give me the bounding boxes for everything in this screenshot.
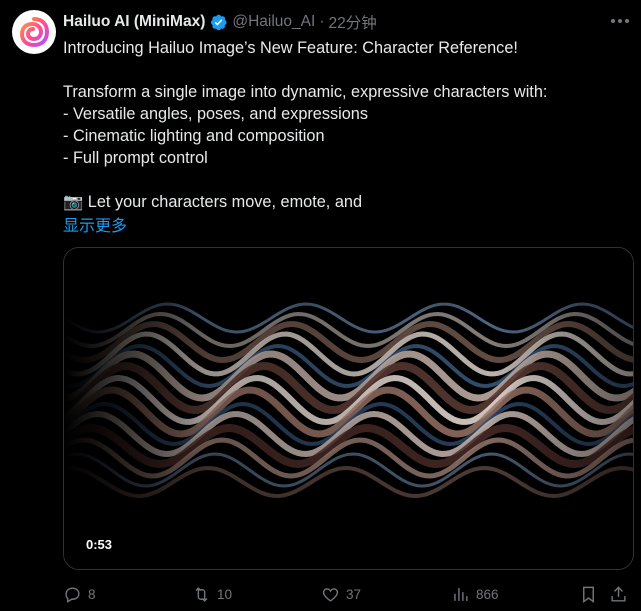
tweet-line: Transform a single image into dynamic, e… xyxy=(63,83,548,101)
reply-icon xyxy=(65,586,80,603)
like-button[interactable]: 37 xyxy=(321,582,361,606)
views-icon xyxy=(454,587,468,601)
action-bar: 8 10 37 866 xyxy=(0,582,641,606)
video-frame xyxy=(64,248,633,569)
tweet-timestamp[interactable]: 22分钟 xyxy=(329,11,377,33)
tweet-line: - Versatile angles, poses, and expressio… xyxy=(63,105,368,123)
tweet-line: - Cinematic lighting and composition xyxy=(63,127,325,145)
tweet-header: Hailuo AI (MiniMax) @Hailuo_AI · 22分钟 xyxy=(63,10,621,34)
author-handle[interactable]: @Hailuo_AI xyxy=(232,13,315,31)
share-button[interactable] xyxy=(609,582,634,606)
repost-button[interactable]: 10 xyxy=(192,582,232,606)
tweet-text: Introducing Hailuo Image’s New Feature: … xyxy=(63,37,623,213)
reply-button[interactable]: 8 xyxy=(63,582,96,606)
share-icon xyxy=(611,585,626,602)
tweet-line xyxy=(63,59,623,81)
tweet-line: 📷 Let your characters move, emote, and xyxy=(63,193,363,211)
bookmark-icon xyxy=(583,586,594,603)
repost-icon xyxy=(195,586,208,602)
author-name[interactable]: Hailuo AI (MiniMax) xyxy=(63,13,205,31)
like-count: 37 xyxy=(346,586,362,602)
avatar[interactable] xyxy=(12,10,56,54)
tweet-line xyxy=(63,169,623,191)
separator-dot: · xyxy=(319,13,325,30)
bookmark-button[interactable] xyxy=(579,582,604,606)
hailuo-logo xyxy=(19,17,50,48)
tweet-line: - Full prompt control xyxy=(63,149,208,167)
more-icon[interactable] xyxy=(609,13,631,29)
views-count: 866 xyxy=(476,586,499,602)
video-duration: 0:53 xyxy=(78,534,121,554)
verified-badge-icon[interactable] xyxy=(209,13,228,32)
show-more-link[interactable]: 显示更多 xyxy=(63,212,127,236)
views-button[interactable]: 866 xyxy=(451,582,499,606)
tweet-line: Introducing Hailuo Image’s New Feature: … xyxy=(63,39,518,57)
video-player[interactable] xyxy=(63,247,634,570)
repost-count: 10 xyxy=(217,586,233,602)
like-icon xyxy=(322,587,339,602)
reply-count: 8 xyxy=(88,586,96,602)
